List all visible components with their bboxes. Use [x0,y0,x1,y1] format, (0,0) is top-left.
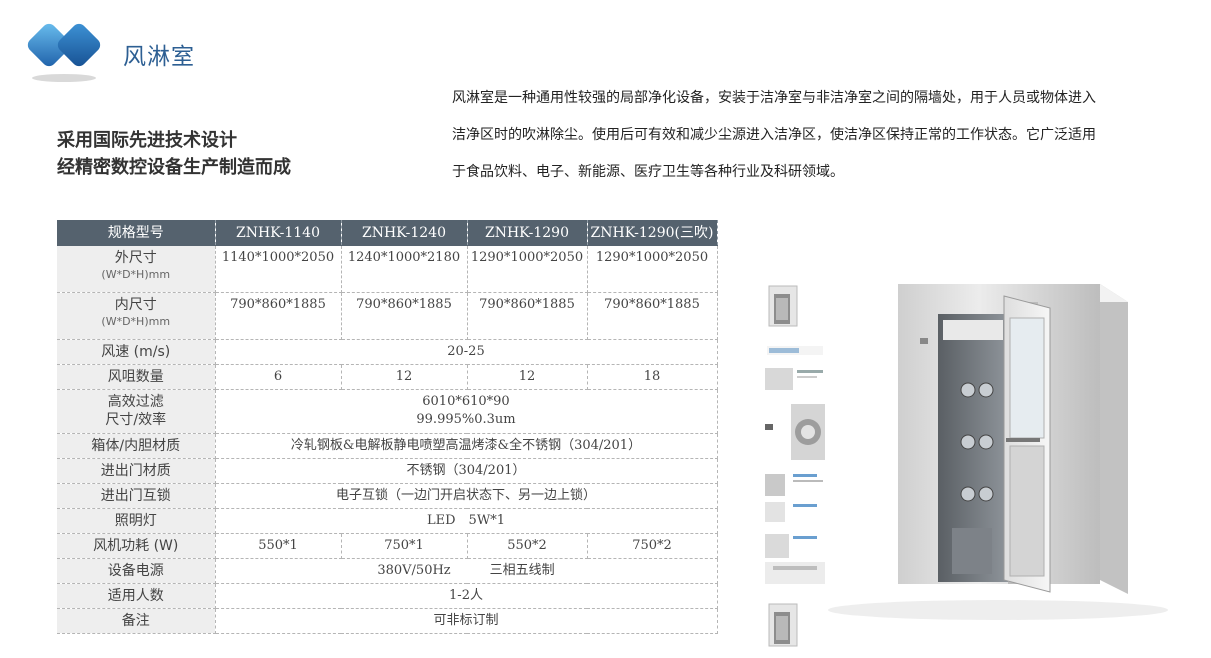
table-cell: 18 [587,364,718,390]
table-row: 箱体/内胆材质 冷轧钢板&电解板静电喷塑高温烤漆&全不锈钢（304/201） [57,433,718,459]
table-cell: 550*2 [467,533,588,559]
table-row: 内尺寸 (W*D*H)mm 790*860*1885 790*860*1885 7… [57,292,718,340]
table-cell: 6 [215,364,342,390]
table-row: 进出门材质 不锈钢（304/201） [57,458,718,484]
table-row: 设备电源 380V/50Hz 三相五线制 [57,558,718,584]
table-cell: 1-2人 [215,583,718,609]
row-label: 风速 (m/s) [57,339,216,365]
table-cell: 电子互锁（一边门开启状态下、另一边上锁） [215,483,718,509]
table-cell: 1140*1000*2050 [215,245,342,293]
table-cell: 380V/50Hz 三相五线制 [215,558,718,584]
product-description: 风淋室是一种通用性较强的局部净化设备，安装于洁净室与非洁净室之间的隔墙处，用于人… [452,80,1192,191]
table-cell: 790*860*1885 [467,292,588,340]
table-cell: 750*2 [587,533,718,559]
row-label: 内尺寸 (W*D*H)mm [57,292,216,340]
row-label: 设备电源 [57,558,216,584]
header-cell: ZNHK-1290 [467,220,588,246]
air-shower-product-image [828,284,1168,620]
slogan-line-1: 采用国际先进技术设计 [57,130,237,151]
table-cell: 6010*610*90 99.995%0.3um [215,389,718,434]
slogan-line-2: 经精密数控设备生产制造而成 [57,157,291,178]
table-row: 风机功耗 (W) 550*1 750*1 550*2 750*2 [57,533,718,559]
table-cell: 1290*1000*2050 [467,245,588,293]
table-cell: 790*860*1885 [341,292,468,340]
description-line: 于食品饮料、电子、新能源、医疗卫生等各种行业及科研领域。 [452,164,844,180]
table-cell: 1240*1000*2180 [341,245,468,293]
header-cell: ZNHK-1240 [341,220,468,246]
row-label: 进出门互锁 [57,483,216,509]
header-cell: ZNHK-1290(三吹) [587,220,718,246]
table-cell: 790*860*1885 [587,292,718,340]
row-label: 照明灯 [57,508,216,534]
row-label: 箱体/内胆材质 [57,433,216,459]
table-header-row: 规格型号 ZNHK-1140 ZNHK-1240 ZNHK-1290 ZNHK-… [57,220,718,246]
row-label: 高效过滤 尺寸/效率 [57,389,216,434]
table-cell: 12 [341,364,468,390]
thumbnail-brochure-image[interactable] [765,342,825,400]
spec-table: 规格型号 ZNHK-1140 ZNHK-1240 ZNHK-1290 ZNHK-… [57,220,718,634]
section-title: 风淋室 [123,44,195,70]
thumbnail-air-shower-image[interactable] [765,600,825,650]
row-label: 进出门材质 [57,458,216,484]
table-cell: 1290*1000*2050 [587,245,718,293]
header-cell: ZNHK-1140 [215,220,342,246]
row-label: 备注 [57,608,216,634]
description-line: 风淋室是一种通用性较强的局部净化设备，安装于洁净室与非洁净室之间的隔墙处，用于人… [452,90,1096,106]
thumbnail-nozzle-image[interactable] [765,402,825,462]
row-label: 外尺寸 (W*D*H)mm [57,245,216,293]
table-cell: 750*1 [341,533,468,559]
table-cell: LED 5W*1 [215,508,718,534]
table-row: 风咀数量 6 12 12 18 [57,364,718,390]
table-cell: 12 [467,364,588,390]
table-row: 照明灯 LED 5W*1 [57,508,718,534]
thumbnail-air-shower-image[interactable] [765,280,825,330]
table-cell: 可非标订制 [215,608,718,634]
thumbnail-detail-image[interactable] [765,470,825,526]
row-label: 风机功耗 (W) [57,533,216,559]
table-cell: 790*860*1885 [215,292,342,340]
table-row: 适用人数 1-2人 [57,583,718,609]
table-row: 高效过滤 尺寸/效率 6010*610*90 99.995%0.3um [57,389,718,434]
logo-diamonds-icon [27,23,101,82]
header-cell: 规格型号 [57,220,216,246]
row-label: 风咀数量 [57,364,216,390]
table-cell: 不锈钢（304/201） [215,458,718,484]
table-row: 风速 (m/s) 20-25 [57,339,718,365]
table-row: 备注 可非标订制 [57,608,718,634]
table-row: 外尺寸 (W*D*H)mm 1140*1000*2050 1240*1000*21… [57,245,718,293]
description-line: 洁净区时的吹淋除尘。使用后可有效和减少尘源进入洁净区，使洁净区保持正常的工作状态… [452,127,1096,143]
thumbnail-feature-image[interactable] [765,532,825,588]
table-row: 进出门互锁 电子互锁（一边门开启状态下、另一边上锁） [57,483,718,509]
table-cell: 20-25 [215,339,718,365]
table-cell: 550*1 [215,533,342,559]
row-label: 适用人数 [57,583,216,609]
table-cell: 冷轧钢板&电解板静电喷塑高温烤漆&全不锈钢（304/201） [215,433,718,459]
